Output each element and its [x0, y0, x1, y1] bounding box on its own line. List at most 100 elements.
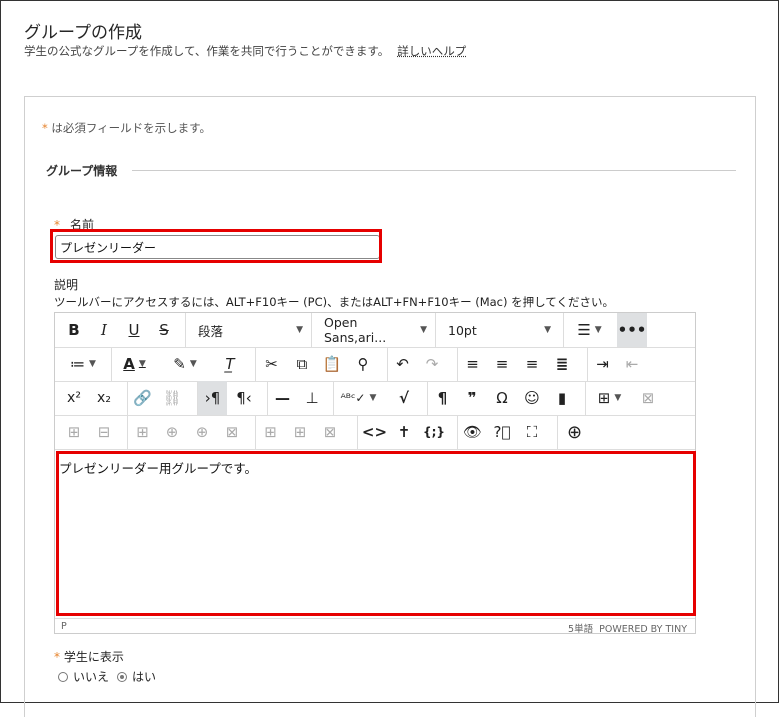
- chevron-down-icon: ▼: [89, 359, 96, 369]
- chevron-down-icon: ▼: [544, 325, 551, 335]
- section-divider: [132, 170, 736, 171]
- description-label: 説明: [54, 278, 79, 292]
- page-subtitle: 学生の公式なグループを作成して、作業を共同で行うことができます。 詳しいヘルプ: [24, 43, 466, 59]
- insert-row-after-icon[interactable]: ⊕: [187, 415, 217, 449]
- numbered-list-icon[interactable]: ≔ ▼: [59, 347, 107, 381]
- emoticon-icon[interactable]: ☺: [517, 381, 547, 415]
- editor-statusbar: P 5単語 POWERED BY TINY: [55, 618, 695, 635]
- required-star-icon: *: [54, 650, 60, 664]
- clear-format-icon[interactable]: T̲: [215, 347, 245, 381]
- toolbar-row-4: ⊞ ⊟ ⊞ ⊕ ⊕ ⊠ ⊞ ⊞ ⊠ <> ✝ {;} 👁 ?⃝ ⛶ ⊕: [55, 415, 695, 450]
- special-char-icon[interactable]: Ω: [487, 381, 517, 415]
- align-right-icon[interactable]: ≡: [517, 347, 547, 381]
- rtl-direction-icon[interactable]: ¶‹: [229, 381, 259, 415]
- delete-col-icon[interactable]: ⊠: [315, 415, 345, 449]
- blockquote-icon[interactable]: ❞: [457, 381, 487, 415]
- show-students-radio-group: いいえ はい: [58, 668, 156, 685]
- text-color-icon[interactable]: A ▼: [111, 347, 157, 381]
- chevron-down-icon: ▼: [296, 325, 303, 335]
- section-title: グループ情報: [46, 164, 118, 178]
- toolbar-row-2: ≔ ▼ A ▼ ✎ ▼ T̲ ✂ ⧉ 📋 ⚲ ↶ ↷ ≡ ≡ ≡ ≣ ⇥ ⇤: [55, 347, 695, 382]
- radio-no[interactable]: [58, 671, 68, 682]
- word-count: 5単語 POWERED BY TINY: [568, 621, 687, 635]
- chevron-down-icon: ▼: [369, 393, 377, 403]
- help-icon[interactable]: ?⃝: [487, 415, 517, 449]
- chevron-down-icon: ▼: [614, 393, 622, 403]
- show-students-label: * 学生に表示: [54, 648, 124, 665]
- block-format-value: 段落: [198, 323, 224, 339]
- strikethrough-icon[interactable]: S: [149, 313, 179, 347]
- show-students-label-text: 学生に表示: [63, 650, 124, 664]
- insert-row-before-icon[interactable]: ⊕: [157, 415, 187, 449]
- required-note-text: は必須フィールドを示します。: [51, 121, 212, 135]
- required-note: * は必須フィールドを示します。: [42, 120, 211, 136]
- undo-icon[interactable]: ↶: [387, 347, 417, 381]
- equation-icon[interactable]: √: [389, 381, 419, 415]
- bookmark-icon[interactable]: ▮: [547, 381, 577, 415]
- add-content-icon[interactable]: ⊕: [557, 415, 591, 449]
- radio-yes-label: はい: [132, 670, 157, 684]
- delete-table-icon[interactable]: ⊠: [633, 381, 663, 415]
- source-code-icon[interactable]: <>: [357, 415, 391, 449]
- delete-row-icon[interactable]: ⊠: [217, 415, 247, 449]
- align-justify-icon[interactable]: ≣: [547, 347, 577, 381]
- radio-yes[interactable]: [117, 671, 128, 682]
- paragraph-mark-icon[interactable]: ¶: [427, 381, 457, 415]
- help-link[interactable]: 詳しいヘルプ: [397, 44, 466, 58]
- highlight-box-description: [56, 451, 696, 616]
- fullscreen-icon[interactable]: ⛶: [517, 415, 547, 449]
- word-count-text: 5単語: [568, 624, 594, 635]
- underline-icon[interactable]: U: [119, 313, 149, 347]
- insert-col-after-icon[interactable]: ⊞: [285, 415, 315, 449]
- insert-col-before-icon[interactable]: ⊞: [255, 415, 285, 449]
- table-icon[interactable]: ⊞ ▼: [585, 381, 633, 415]
- code-sample-icon[interactable]: {;}: [419, 415, 449, 449]
- preview-icon[interactable]: 👁: [457, 415, 487, 449]
- page-title: グループの作成: [24, 23, 142, 43]
- font-family-dropdown[interactable]: Open Sans,ari... ▼: [311, 313, 435, 347]
- chevron-down-icon: ▼: [138, 359, 146, 369]
- italic-icon[interactable]: I: [89, 313, 119, 347]
- spellcheck-icon[interactable]: ᴬᴮᶜ✓ ▼: [333, 381, 383, 415]
- cut-icon[interactable]: ✂: [255, 347, 287, 381]
- insert-break-icon[interactable]: ⊥: [297, 381, 327, 415]
- element-path[interactable]: P: [61, 621, 67, 632]
- highlight-color-icon[interactable]: ✎ ▼: [161, 347, 209, 381]
- more-options-icon[interactable]: •••: [617, 313, 647, 347]
- align-left-icon[interactable]: ≡: [457, 347, 487, 381]
- outdent-icon[interactable]: ⇤: [617, 347, 647, 381]
- bold-icon[interactable]: B: [59, 313, 89, 347]
- link-icon[interactable]: 🔗: [127, 381, 157, 415]
- superscript-icon[interactable]: x²: [59, 381, 89, 415]
- chevron-down-icon: ▼: [420, 325, 427, 335]
- align-center-icon[interactable]: ≡: [487, 347, 517, 381]
- accessibility-icon[interactable]: ✝: [389, 415, 419, 449]
- font-family-value: Open Sans,ari...: [324, 315, 387, 345]
- unlink-icon[interactable]: ⛓: [157, 381, 187, 415]
- highlight-box-name: [50, 229, 382, 263]
- required-star-icon: *: [42, 121, 48, 135]
- find-icon[interactable]: ⚲: [347, 347, 379, 381]
- paste-icon[interactable]: 📋: [317, 347, 347, 381]
- table-row-props-icon[interactable]: ⊟: [89, 415, 119, 449]
- chevron-down-icon: ▼: [594, 325, 602, 335]
- redo-icon[interactable]: ↷: [417, 347, 447, 381]
- toolbar-row-3: x² x₂ 🔗 ⛓ ›¶ ¶‹ — ⊥ ᴬᴮᶜ✓ ▼ √ ¶ ❞ Ω ☺ ▮ ⊞ ▼…: [55, 381, 695, 416]
- indent-icon[interactable]: ⇥: [587, 347, 617, 381]
- block-format-dropdown[interactable]: 段落 ▼: [185, 313, 311, 347]
- ltr-direction-icon[interactable]: ›¶: [197, 381, 227, 415]
- font-size-dropdown[interactable]: 10pt ▼: [435, 313, 559, 347]
- toolbar-row-1: B I U S 段落 ▼ Open Sans,ari... ▼ 10pt ▼ ☰ ▼ •…: [55, 313, 695, 348]
- powered-by-link[interactable]: POWERED BY TINY: [599, 624, 687, 635]
- bullet-list-icon[interactable]: ☰ ▼: [563, 313, 615, 347]
- page-subtitle-text: 学生の公式なグループを作成して、作業を共同で行うことができます。: [24, 44, 390, 58]
- radio-no-label: いいえ: [73, 670, 110, 684]
- copy-icon[interactable]: ⧉: [287, 347, 317, 381]
- horizontal-rule-icon[interactable]: —: [267, 381, 297, 415]
- subscript-icon[interactable]: x₂: [89, 381, 119, 415]
- chevron-down-icon: ▼: [189, 359, 197, 369]
- table-props-icon[interactable]: ⊞: [59, 415, 89, 449]
- font-size-value: 10pt: [448, 322, 477, 338]
- description-help: ツールバーにアクセスするには、ALT+F10キー (PC)、またはALT+FN+…: [54, 295, 614, 309]
- table-cell-props-icon[interactable]: ⊞: [127, 415, 157, 449]
